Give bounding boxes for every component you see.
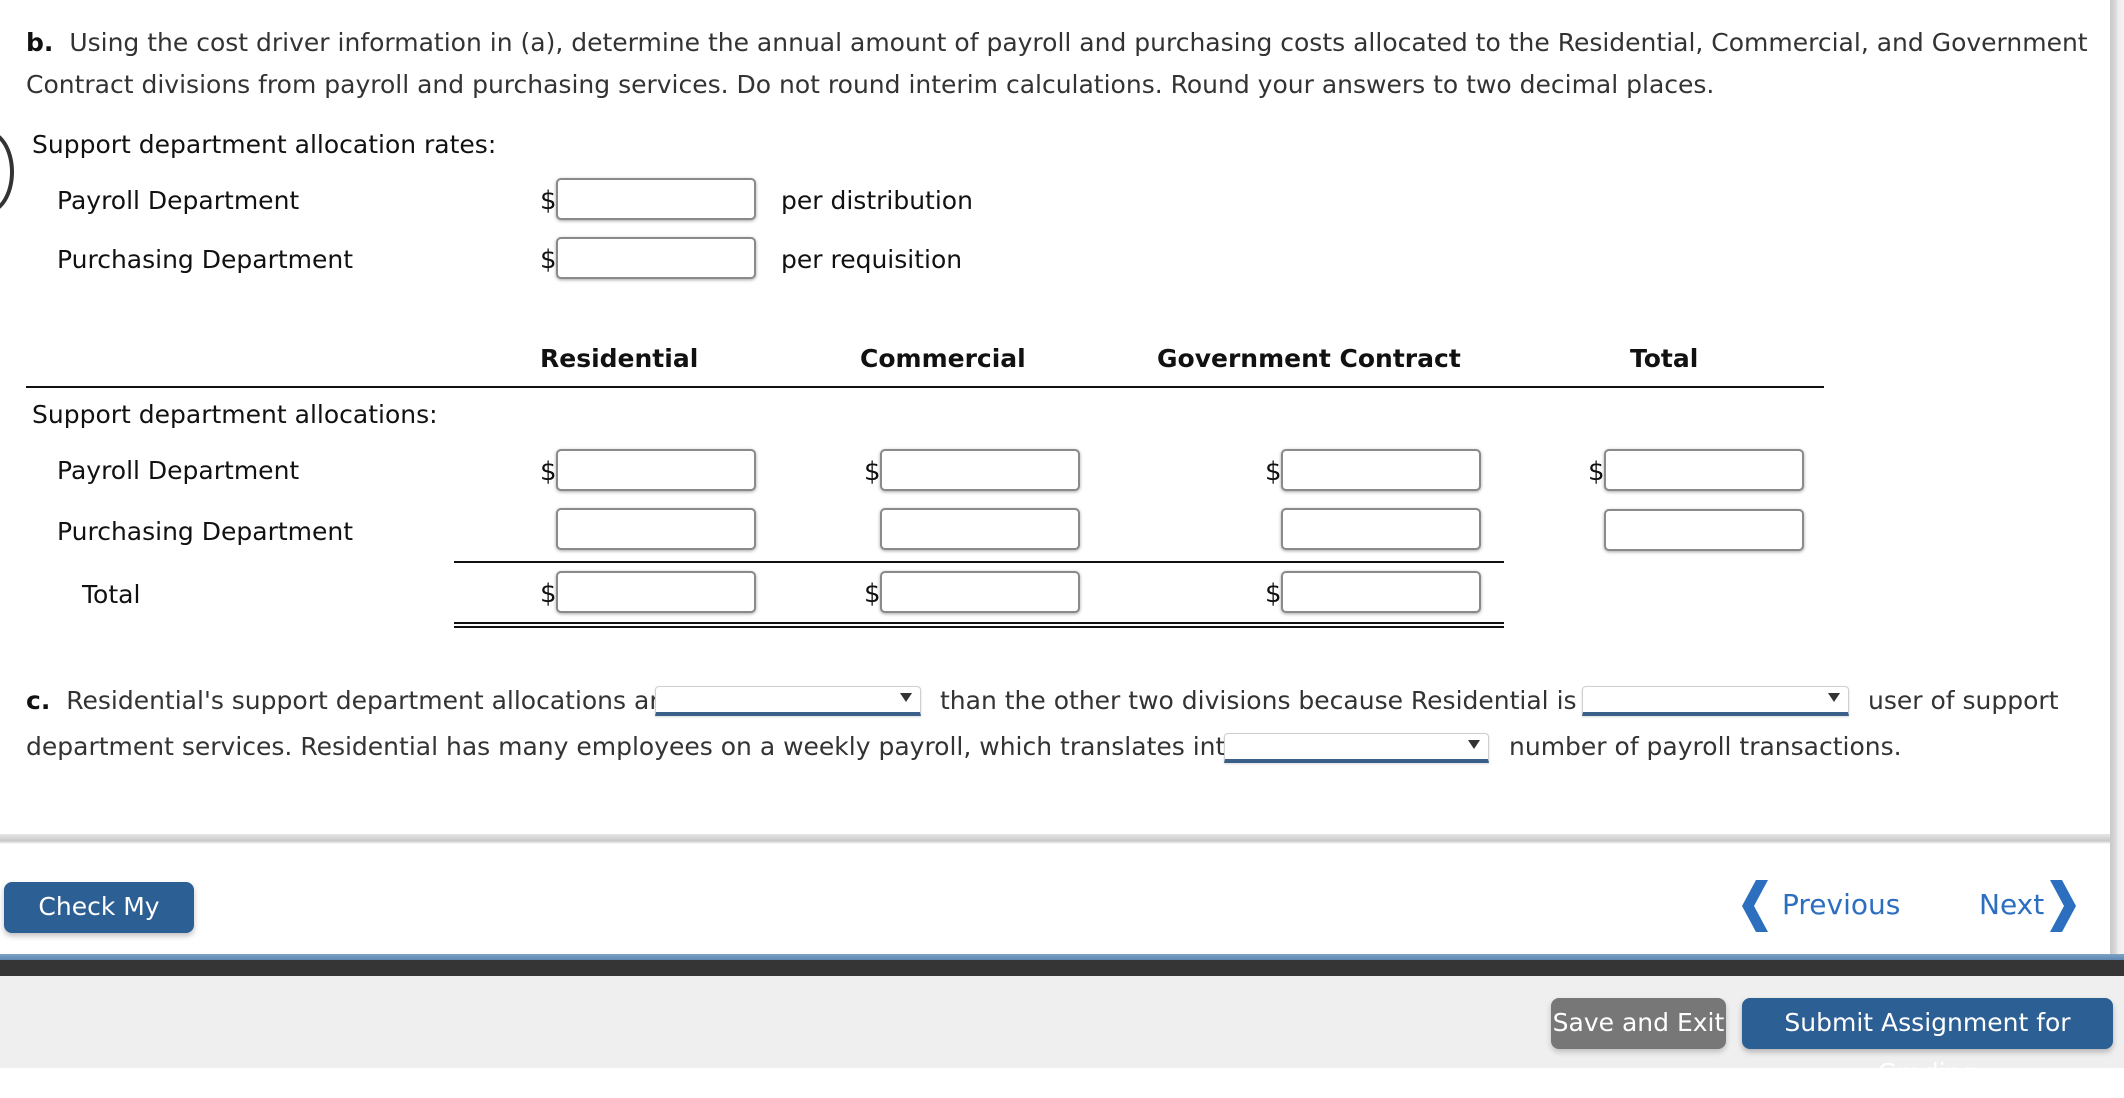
vertical-scrollbar[interactable] [2110, 0, 2124, 955]
part-c-label: c. [26, 686, 51, 715]
purchasing-government-input[interactable] [1281, 508, 1481, 550]
part-c-segment-2: than the other two divisions because Res… [940, 686, 1600, 715]
footer-dark-bar [0, 960, 2124, 976]
purchasing-commercial-input[interactable] [880, 508, 1080, 550]
partial-circle-icon [0, 130, 14, 214]
total-commercial-input[interactable] [880, 571, 1080, 613]
part-b-text-line1: Using the cost driver information in (a)… [69, 28, 2088, 57]
payroll-total-input[interactable] [1604, 449, 1804, 491]
part-b-label: b. [26, 28, 54, 57]
currency-symbol: $ [540, 579, 557, 609]
payroll-rate-input[interactable] [556, 178, 756, 220]
next-label: Next [1979, 888, 2045, 921]
allocation-label-total: Total [82, 580, 141, 609]
dropdown-allocation-comparison[interactable] [655, 686, 921, 716]
header-rule [26, 386, 1824, 388]
currency-symbol: $ [540, 186, 557, 216]
part-c-line1: c. Residential's support department allo… [26, 686, 674, 716]
check-my-work-button[interactable]: Check My Work [4, 882, 194, 971]
currency-symbol: $ [864, 457, 881, 487]
part-b-instructions-line1: b. Using the cost driver information in … [26, 28, 2088, 58]
allocation-label-payroll: Payroll Department [57, 456, 300, 485]
double-rule-top [454, 622, 1504, 624]
currency-symbol: $ [540, 457, 557, 487]
payroll-commercial-input[interactable] [880, 449, 1080, 491]
subtotal-rule [454, 561, 1504, 563]
part-b-text-line2: Contract divisions from payroll and purc… [26, 70, 1715, 99]
part-c-segment-3: user of support [1868, 686, 2059, 715]
column-header-total: Total [1630, 344, 1699, 373]
caret-down-icon [1468, 740, 1480, 749]
total-residential-input[interactable] [556, 571, 756, 613]
save-and-exit-button[interactable]: Save and Exit [1551, 998, 1726, 1049]
column-header-commercial: Commercial [860, 344, 1026, 373]
currency-symbol: $ [1265, 457, 1282, 487]
dropdown-transaction-number[interactable] [1224, 733, 1489, 763]
caret-down-icon [900, 693, 912, 702]
part-c-segment-5: number of payroll transactions. [1509, 732, 1902, 761]
payroll-government-input[interactable] [1281, 449, 1481, 491]
rate-label-payroll: Payroll Department [57, 186, 300, 215]
part-c-segment-4: department services. Residential has man… [26, 732, 1264, 761]
payroll-residential-input[interactable] [556, 449, 756, 491]
column-header-government-contract: Government Contract [1157, 344, 1461, 373]
total-government-input[interactable] [1281, 571, 1481, 613]
column-header-residential: Residential [540, 344, 699, 373]
currency-symbol: $ [864, 579, 881, 609]
purchasing-rate-input[interactable] [556, 237, 756, 279]
previous-label: Previous [1782, 888, 1901, 921]
currency-symbol: $ [1588, 457, 1605, 487]
chevron-left-icon [1742, 880, 1768, 932]
rate-label-purchasing: Purchasing Department [57, 245, 354, 274]
submit-assignment-button[interactable]: Submit Assignment for Grading [1742, 998, 2113, 1087]
double-rule-bottom [454, 626, 1504, 628]
purchasing-total-input[interactable] [1604, 509, 1804, 551]
rates-heading: Support department allocation rates: [32, 130, 497, 159]
caret-down-icon [1828, 693, 1840, 702]
dropdown-user-level[interactable] [1582, 686, 1849, 716]
purchasing-residential-input[interactable] [556, 508, 756, 550]
currency-symbol: $ [1265, 579, 1282, 609]
currency-symbol: $ [540, 245, 557, 275]
allocations-heading: Support department allocations: [32, 400, 438, 429]
allocation-label-purchasing: Purchasing Department [57, 517, 354, 546]
rate-unit-payroll: per distribution [781, 186, 973, 215]
footer-divider [0, 834, 2110, 844]
rate-unit-purchasing: per requisition [781, 245, 963, 274]
part-c-segment-1: Residential's support department allocat… [66, 686, 675, 715]
chevron-right-icon [2050, 880, 2076, 932]
